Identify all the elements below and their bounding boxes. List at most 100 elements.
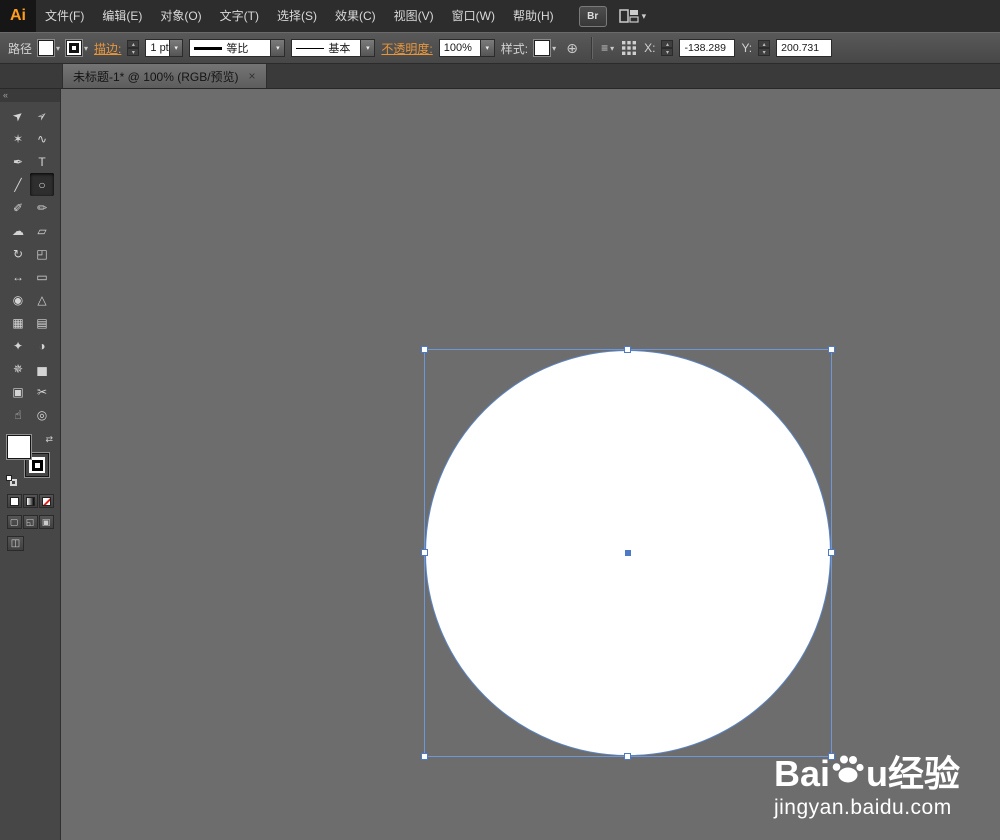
default-fill-stroke-button[interactable] bbox=[6, 475, 17, 486]
stroke-color-dropdown[interactable]: ▾ bbox=[66, 40, 88, 56]
y-position-input[interactable]: 200.731 bbox=[776, 39, 833, 57]
menu-select[interactable]: 选择(S) bbox=[268, 0, 326, 32]
stroke-color-swatch[interactable] bbox=[66, 40, 83, 56]
x-label: X: bbox=[644, 41, 656, 55]
stroke-swatch-outer bbox=[29, 457, 45, 473]
bridge-button[interactable]: Br bbox=[578, 5, 607, 27]
none-button[interactable] bbox=[38, 494, 54, 508]
menu-edit[interactable]: 编辑(E) bbox=[93, 0, 151, 32]
stepper-down-button[interactable]: ▾ bbox=[127, 48, 140, 56]
chevron-down-icon: ▾ bbox=[479, 40, 494, 56]
menu-window[interactable]: 窗口(W) bbox=[443, 0, 504, 32]
fill-stroke-widget: ⇄ bbox=[6, 434, 54, 486]
eyedropper-tool[interactable]: ✦ bbox=[6, 334, 30, 357]
tools-panel-collapse[interactable]: « bbox=[0, 89, 60, 102]
stepper-up-button[interactable]: ▴ bbox=[127, 40, 140, 48]
symbol-sprayer-tool[interactable]: ✵ bbox=[6, 357, 30, 380]
draw-normal-button[interactable]: ▢ bbox=[6, 515, 22, 529]
default-fill-icon bbox=[6, 475, 12, 481]
stepper-down-button[interactable]: ▾ bbox=[758, 48, 771, 56]
selection-handle-w[interactable] bbox=[421, 549, 428, 556]
mesh-tool[interactable]: ▦ bbox=[6, 311, 30, 334]
selection-handle-s[interactable] bbox=[624, 753, 631, 760]
hand-tool[interactable]: ☝ bbox=[6, 403, 30, 426]
menu-object[interactable]: 对象(O) bbox=[151, 0, 210, 32]
document-setup-button[interactable]: ⊕ bbox=[562, 38, 582, 58]
perspective-grid-tool[interactable]: △ bbox=[30, 288, 54, 311]
selection-tool[interactable]: ➤ bbox=[6, 104, 30, 127]
paintbrush-tool[interactable]: ✐ bbox=[6, 196, 30, 219]
menu-type[interactable]: 文字(T) bbox=[211, 0, 268, 32]
stepper-up-button[interactable]: ▴ bbox=[758, 40, 771, 48]
artboard-tool[interactable]: ▣ bbox=[6, 380, 30, 403]
fill-indicator[interactable] bbox=[7, 435, 31, 459]
swap-fill-stroke-icon[interactable]: ⇄ bbox=[45, 434, 53, 445]
transform-panel-button[interactable] bbox=[622, 41, 637, 55]
slice-tool[interactable]: ✂ bbox=[30, 380, 54, 403]
drawing-mode-buttons: ▢ ◱ ▣ bbox=[6, 515, 54, 529]
illustrator-window: Ai 文件(F) 编辑(E) 对象(O) 文字(T) 选择(S) 效果(C) 视… bbox=[0, 0, 1000, 840]
lasso-tool[interactable]: ∿ bbox=[30, 127, 54, 150]
shape-center-point[interactable] bbox=[625, 550, 631, 556]
width-profile-value: 等比 bbox=[226, 43, 249, 55]
opacity-label[interactable]: 不透明度: bbox=[381, 40, 432, 57]
menu-view[interactable]: 视图(V) bbox=[385, 0, 443, 32]
stroke-weight-dropdown[interactable]: 1 pt ▾ bbox=[145, 39, 184, 57]
column-graph-tool[interactable]: ▅ bbox=[30, 357, 54, 380]
stroke-weight-label[interactable]: 描边: bbox=[94, 40, 121, 57]
selection-handle-sw[interactable] bbox=[421, 753, 428, 760]
blob-brush-tool[interactable]: ☁ bbox=[6, 219, 30, 242]
workspace-layout-button[interactable]: ▾ bbox=[618, 9, 646, 23]
fill-color-dropdown[interactable]: ▾ bbox=[38, 40, 60, 56]
eraser-tool[interactable]: ▱ bbox=[30, 219, 54, 242]
fill-color-swatch[interactable] bbox=[38, 40, 55, 56]
width-tool[interactable]: ↔ bbox=[6, 265, 30, 288]
pen-tool[interactable]: ✒ bbox=[6, 150, 30, 173]
opacity-dropdown[interactable]: 100% ▾ bbox=[438, 39, 495, 57]
selection-handle-e[interactable] bbox=[828, 549, 835, 556]
stroke-ring-icon bbox=[69, 43, 80, 53]
scale-tool[interactable]: ◰ bbox=[30, 242, 54, 265]
menu-help[interactable]: 帮助(H) bbox=[504, 0, 563, 32]
shape-builder-tool[interactable]: ◉ bbox=[6, 288, 30, 311]
ellipse-tool[interactable]: ○ bbox=[30, 173, 54, 196]
stepper-up-button[interactable]: ▴ bbox=[661, 40, 674, 48]
color-button[interactable] bbox=[6, 494, 22, 508]
magic-wand-tool[interactable]: ✶ bbox=[6, 127, 30, 150]
gradient-button[interactable] bbox=[22, 494, 38, 508]
pencil-tool[interactable]: ✏ bbox=[30, 196, 54, 219]
x-position-input[interactable]: -138.289 bbox=[679, 39, 736, 57]
line-segment-tool[interactable]: ╱ bbox=[6, 173, 30, 196]
style-dropdown[interactable]: ▾ bbox=[534, 40, 556, 56]
selection-bounding-box bbox=[421, 346, 835, 760]
selection-handle-n[interactable] bbox=[624, 346, 631, 353]
gradient-tool[interactable]: ▤ bbox=[30, 311, 54, 334]
chevron-down-icon: ▾ bbox=[360, 40, 375, 56]
align-icon: ≡ bbox=[601, 41, 609, 55]
style-swatch[interactable] bbox=[534, 40, 551, 56]
watermark: Bai u 经验 jingyan.baidu.com bbox=[774, 755, 960, 820]
draw-inside-button[interactable]: ▣ bbox=[38, 515, 54, 529]
draw-behind-button[interactable]: ◱ bbox=[22, 515, 38, 529]
brush-definition-dropdown[interactable]: 基本 ▾ bbox=[291, 39, 376, 57]
type-tool[interactable]: T bbox=[30, 150, 54, 173]
brush-stroke-preview bbox=[296, 47, 325, 49]
stepper-down-button[interactable]: ▾ bbox=[661, 48, 674, 56]
zoom-tool[interactable]: ◎ bbox=[30, 403, 54, 426]
blend-tool[interactable]: ◑ bbox=[30, 334, 54, 357]
screen-mode-button[interactable]: ◫ bbox=[7, 536, 24, 551]
width-profile-dropdown[interactable]: 等比 ▾ bbox=[189, 39, 286, 57]
align-dropdown[interactable]: ≡ ▾ bbox=[601, 41, 614, 55]
close-icon[interactable]: × bbox=[249, 70, 256, 82]
brush-definition-value: 基本 bbox=[328, 43, 351, 55]
document-tab[interactable]: 未标题-1* @ 100% (RGB/预览) × bbox=[62, 64, 267, 88]
rotate-tool[interactable]: ↻ bbox=[6, 242, 30, 265]
menu-effect[interactable]: 效果(C) bbox=[326, 0, 385, 32]
transform-grid-icon bbox=[622, 41, 637, 55]
canvas[interactable]: Bai u 经验 jingyan.baidu.com bbox=[61, 89, 1000, 840]
direct-selection-tool[interactable]: ➢ bbox=[30, 104, 54, 127]
menu-file[interactable]: 文件(F) bbox=[36, 0, 93, 32]
free-transform-tool[interactable]: ▭ bbox=[30, 265, 54, 288]
selection-handle-ne[interactable] bbox=[828, 346, 835, 353]
selection-handle-nw[interactable] bbox=[421, 346, 428, 353]
